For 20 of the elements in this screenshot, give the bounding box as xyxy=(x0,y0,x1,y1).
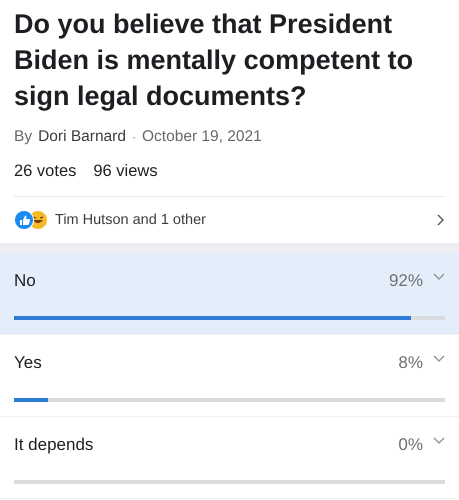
post-date: October 19, 2021 xyxy=(142,128,262,146)
chevron-down-icon[interactable] xyxy=(433,437,445,445)
author-name[interactable]: Dori Barnard xyxy=(38,128,126,146)
vote-count: 26 votes xyxy=(14,162,76,181)
option-percent: 0% xyxy=(398,435,423,455)
chevron-down-icon[interactable] xyxy=(433,355,445,363)
reactions-text[interactable]: Tim Hutson and 1 other xyxy=(55,212,437,228)
poll-question: Do you believe that President Biden is mentally competent to sign legal documents? xyxy=(14,8,414,113)
byline-label: By xyxy=(14,128,32,146)
option-label: It depends xyxy=(14,435,94,455)
chevron-right-icon[interactable] xyxy=(437,214,445,226)
option-label: Yes xyxy=(14,353,43,373)
chevron-down-icon[interactable] xyxy=(433,273,445,281)
option-label: No xyxy=(14,271,37,291)
option-percent: 8% xyxy=(398,353,423,373)
poll-option[interactable]: No 92% xyxy=(0,253,459,335)
reaction-icons[interactable] xyxy=(14,210,49,230)
option-percent: 92% xyxy=(388,271,423,291)
view-count: 96 views xyxy=(93,162,158,181)
separator-dot: · xyxy=(132,130,136,144)
